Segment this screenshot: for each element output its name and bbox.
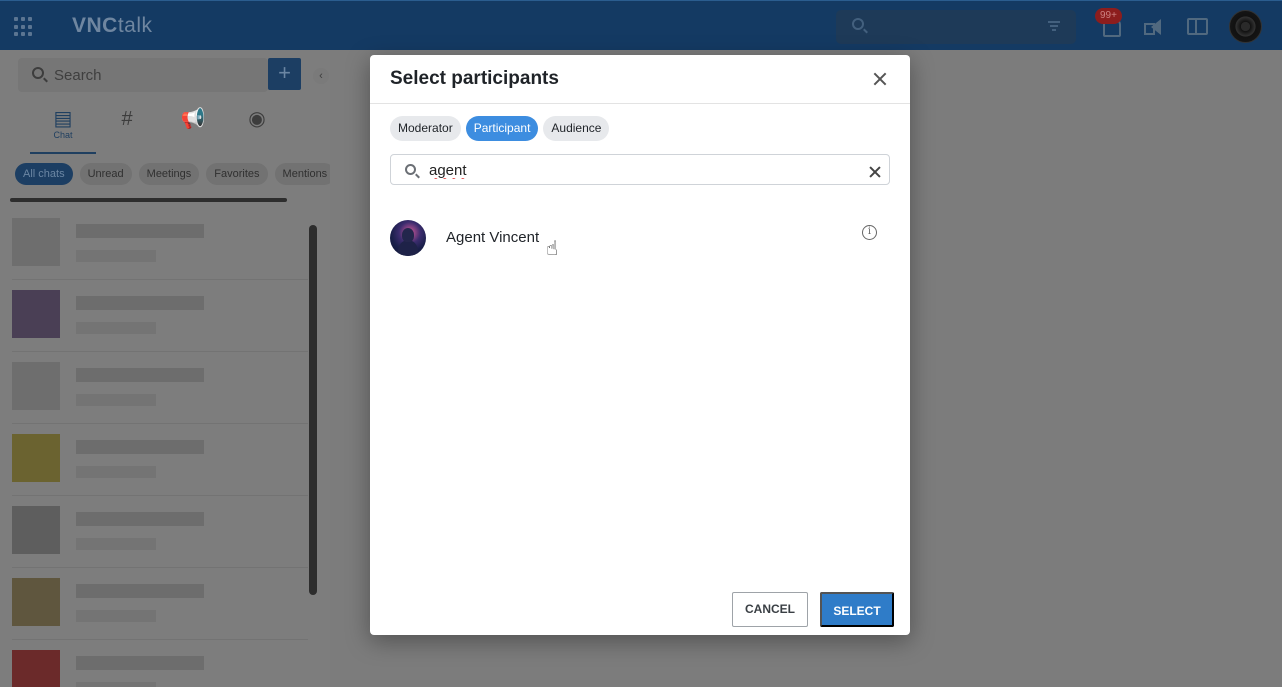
tab-chat-label: Chat	[53, 130, 73, 140]
filter-all-chats[interactable]: All chats	[15, 163, 73, 185]
sidebar-search-input[interactable]: Search	[18, 58, 268, 92]
notification-badge: 99+	[1095, 8, 1122, 24]
side-panel-icon[interactable]	[1187, 18, 1208, 35]
list-item[interactable]	[12, 570, 308, 640]
channel-hash-icon: #	[121, 108, 133, 130]
tab-participant[interactable]: Participant	[465, 116, 539, 141]
search-icon	[852, 18, 864, 30]
list-item[interactable]	[12, 498, 308, 568]
chat-list-scrollbar[interactable]	[309, 225, 317, 595]
chat-filter-chips: All chats Unread Meetings Favorites Mentions	[15, 163, 330, 185]
chat-icon: ▤	[53, 108, 73, 130]
list-item[interactable]	[12, 354, 308, 424]
app-logo: VNCtalk	[72, 14, 153, 37]
list-item[interactable]	[12, 210, 308, 280]
sidebar-nav-tabs: ▤ Chat # 📢 ◉	[30, 108, 300, 154]
participant-name: Agent Vincent	[446, 229, 540, 246]
avatar	[390, 220, 426, 256]
cancel-button[interactable]: CANCEL	[732, 592, 808, 627]
tab-audience[interactable]: Audience	[543, 116, 610, 141]
sidebar: Search + ‹ ▤ Chat # 📢 ◉ All chats Unread M…	[0, 50, 330, 687]
search-icon	[32, 67, 44, 79]
filter-meetings[interactable]: Meetings	[138, 163, 200, 185]
info-icon[interactable]: i	[862, 225, 877, 240]
filter-mentions[interactable]: Mentions	[274, 163, 330, 185]
hand-cursor-icon: ☝	[546, 238, 559, 260]
user-avatar[interactable]	[1229, 10, 1262, 43]
megaphone-icon[interactable]	[1144, 18, 1164, 36]
select-button[interactable]: SELECT	[820, 592, 894, 627]
collapse-sidebar-icon[interactable]: ‹	[313, 68, 329, 84]
participant-search-field	[390, 154, 890, 185]
tab-contacts[interactable]: ◉	[224, 108, 290, 154]
contacts-icon: ◉	[248, 108, 266, 130]
filter-icon[interactable]	[1048, 21, 1060, 31]
role-tabs: Moderator Participant Audience	[390, 116, 614, 141]
select-participants-dialog: Select participants Moderator Participant…	[370, 55, 910, 635]
list-item[interactable]	[12, 426, 308, 496]
search-icon	[405, 164, 416, 175]
tab-channels[interactable]: #	[94, 108, 160, 154]
participant-search-input[interactable]	[429, 160, 849, 180]
filters-scrollbar[interactable]	[4, 197, 320, 203]
list-item[interactable]: Agent Vincent i	[390, 217, 890, 257]
filter-favorites[interactable]: Favorites	[206, 163, 268, 185]
broadcast-icon: 📢	[180, 108, 206, 130]
list-item[interactable]	[12, 282, 308, 352]
sidebar-search-placeholder: Search	[54, 67, 102, 84]
dialog-title: Select participants	[390, 68, 559, 89]
top-app-bar: VNCtalk 99+	[0, 0, 1282, 50]
tab-moderator[interactable]: Moderator	[390, 116, 461, 141]
new-chat-button[interactable]: +	[268, 58, 301, 90]
tab-chat[interactable]: ▤ Chat	[30, 108, 96, 154]
divider	[370, 103, 910, 104]
tab-broadcast[interactable]: 📢	[160, 108, 226, 154]
clear-search-icon[interactable]	[868, 165, 882, 179]
filter-unread[interactable]: Unread	[79, 163, 132, 185]
global-search-input[interactable]	[836, 10, 1076, 44]
apps-grid-icon[interactable]	[14, 17, 34, 37]
list-item[interactable]	[12, 642, 308, 687]
close-icon[interactable]	[870, 69, 890, 89]
